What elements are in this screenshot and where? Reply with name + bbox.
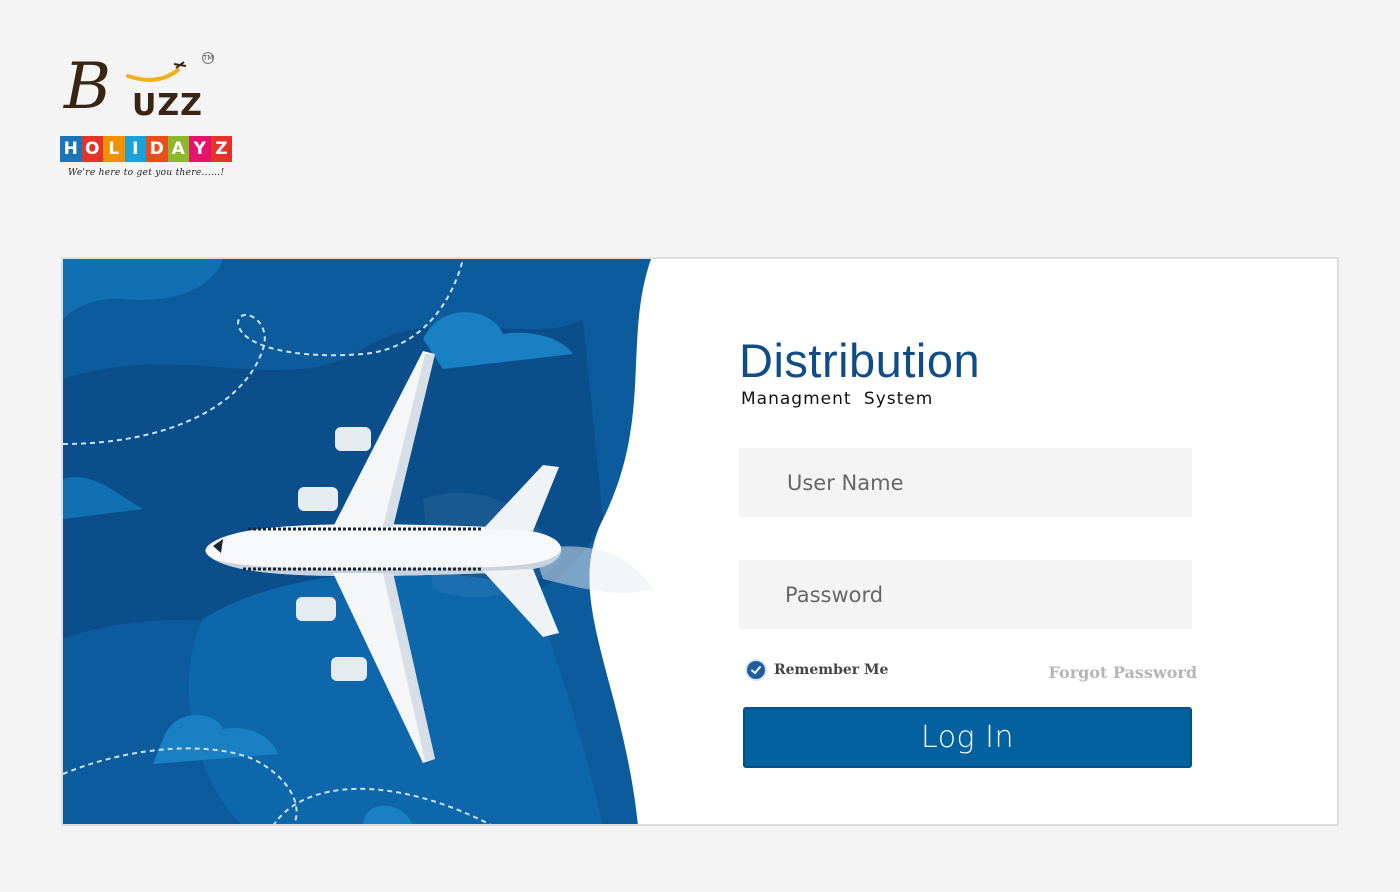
login-card: Distribution Managment System Remember M… [61,257,1339,826]
page-subtitle: Managment System [741,389,934,409]
checkmark-icon [747,661,765,679]
logo-letter: A [167,136,189,162]
forgot-password-link[interactable]: Forgot Password [1049,663,1197,682]
remember-me-label: Remember Me [774,662,889,678]
brand-logo: B UZZ TM HOLIDAYZ We're here to get you … [58,52,238,184]
username-input[interactable] [739,448,1192,517]
password-input[interactable] [739,560,1192,629]
logo-letter: I [124,136,146,162]
logo-holidayz-strip: HOLIDAYZ [60,136,232,162]
logo-letter: Y [189,136,211,162]
page-title: Distribution [739,334,981,387]
logo-letter: L [103,136,125,162]
logo-word: UZZ [132,88,203,123]
airplane-illustration [63,259,653,824]
logo-letter: H [60,136,82,162]
logo-letter: Z [210,136,232,162]
logo-initial: B [64,50,112,124]
logo-letter: D [146,136,168,162]
trademark-mark: TM [202,52,214,64]
logo-letter: O [81,136,103,162]
login-form: Distribution Managment System Remember M… [739,259,1199,824]
logo-tagline: We're here to get you there......! [68,168,225,178]
login-button[interactable]: Log In [743,707,1192,768]
remember-me-checkbox[interactable]: Remember Me [747,661,888,679]
